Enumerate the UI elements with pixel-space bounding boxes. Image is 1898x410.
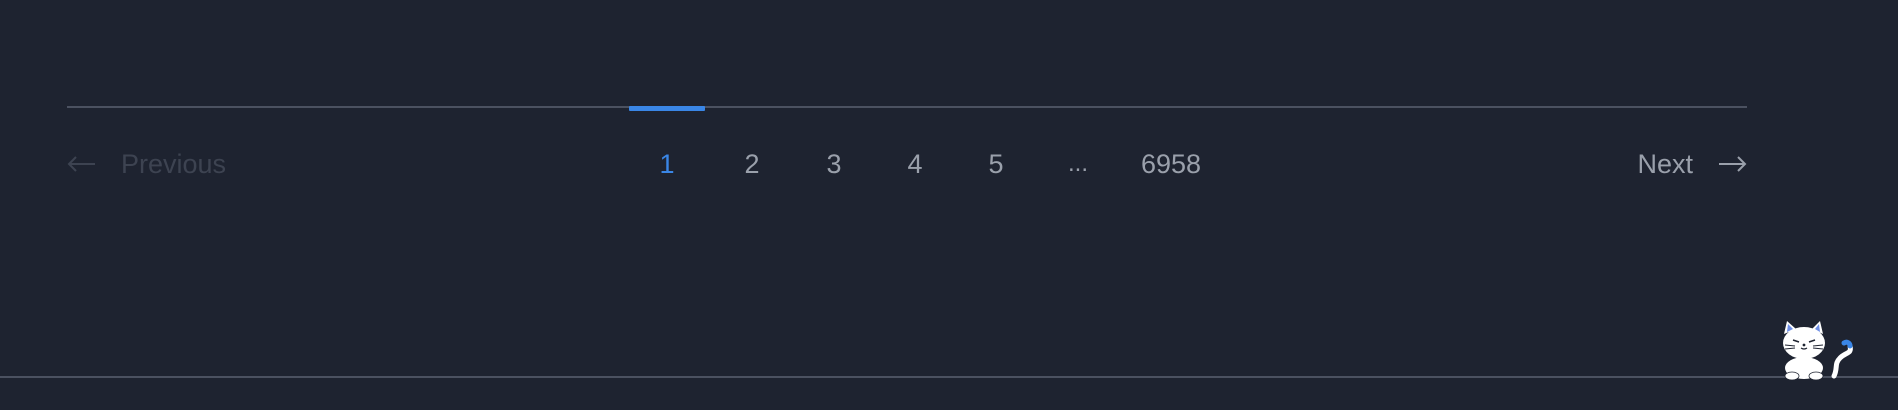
pagination-divider [67, 106, 1747, 108]
cat-mascot-icon [1774, 318, 1864, 381]
page: Previous 1 2 3 4 5 ... 6958 Next [0, 0, 1898, 410]
next-button[interactable]: Next [1637, 144, 1747, 184]
arrow-right-icon [1717, 156, 1747, 172]
pagination: Previous 1 2 3 4 5 ... 6958 Next [67, 106, 1747, 186]
footer-divider [0, 376, 1898, 378]
page-link-3[interactable]: 3 [812, 144, 856, 184]
pagination-ellipsis: ... [1067, 150, 1088, 177]
previous-label: Previous [121, 148, 227, 179]
page-link-5[interactable]: 5 [974, 144, 1018, 184]
next-label: Next [1637, 148, 1693, 179]
page-link-2[interactable]: 2 [730, 144, 774, 184]
page-link-last[interactable]: 6958 [1124, 144, 1218, 184]
page-link-1[interactable]: 1 [629, 106, 705, 184]
arrow-left-icon [67, 156, 97, 172]
previous-button[interactable]: Previous [67, 144, 226, 184]
page-link-4[interactable]: 4 [893, 144, 937, 184]
